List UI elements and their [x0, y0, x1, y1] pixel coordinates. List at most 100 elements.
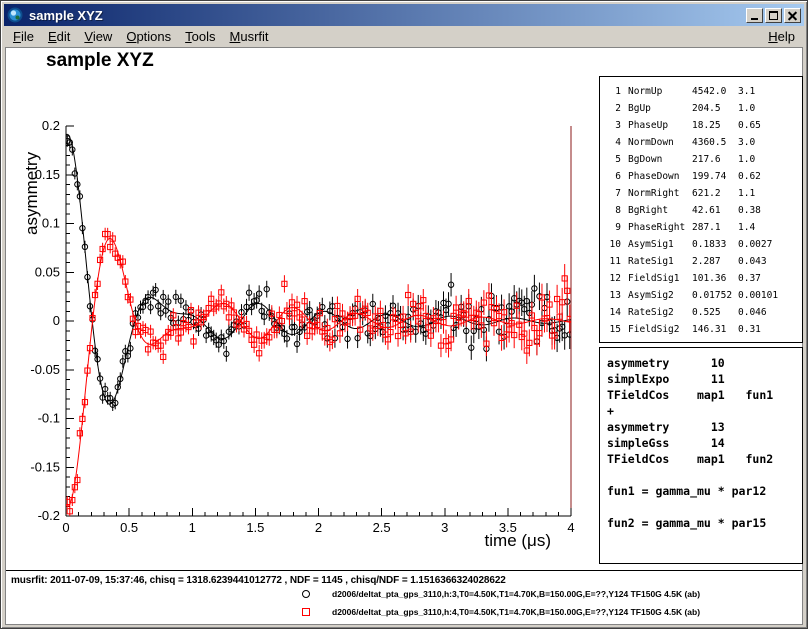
param-err: 0.62 — [738, 168, 800, 185]
menubar-right: Help — [761, 27, 802, 46]
svg-text:0.5: 0.5 — [120, 520, 138, 535]
param-row: 8BgRight42.610.38 — [606, 202, 800, 219]
theory-line: asymmetry 10 — [607, 355, 802, 371]
theory-line: TFieldCos map1 fun2 — [607, 451, 802, 467]
param-err: 0.043 — [738, 253, 800, 270]
param-err: 1.4 — [738, 219, 800, 236]
param-name: AsymSig1 — [628, 236, 692, 253]
theory-box: asymmetry 10simplExpo 11TFieldCos map1 f… — [599, 347, 803, 564]
param-val: 0.1833 — [692, 236, 738, 253]
param-name: NormUp — [628, 83, 692, 100]
app-window: sample XYZ FileEditViewOptionsToolsMusrf… — [0, 0, 808, 629]
param-err: 1.0 — [738, 151, 800, 168]
param-err: 0.046 — [738, 304, 800, 321]
param-row: 7NormRight621.21.1 — [606, 185, 800, 202]
param-err: 3.0 — [738, 134, 800, 151]
close-icon — [788, 11, 797, 20]
svg-text:0.1: 0.1 — [42, 216, 60, 231]
maximize-icon — [769, 11, 778, 20]
param-name: RateSig1 — [628, 253, 692, 270]
menu-options[interactable]: Options — [119, 27, 178, 46]
param-no: 5 — [606, 151, 621, 168]
menu-view[interactable]: View — [77, 27, 119, 46]
minimize-button[interactable] — [746, 8, 763, 23]
theory-line: simplExpo 11 — [607, 371, 802, 387]
param-no: 2 — [606, 100, 621, 117]
parameter-box: 1NormUp4542.03.12BgUp204.51.03PhaseUp18.… — [599, 76, 803, 343]
param-no: 4 — [606, 134, 621, 151]
legend-item: d2006/deltat_pta_gps_3110,h:4,T0=4.50K,T… — [6, 603, 802, 621]
svg-text:0: 0 — [62, 520, 69, 535]
window-title: sample XYZ — [27, 8, 742, 23]
svg-text:time (μs): time (μs) — [485, 531, 551, 550]
param-val: 2.287 — [692, 253, 738, 270]
param-no: 12 — [606, 270, 621, 287]
param-no: 14 — [606, 304, 621, 321]
svg-text:0.05: 0.05 — [35, 264, 60, 279]
param-err: 1.0 — [738, 100, 800, 117]
param-row: 2BgUp204.51.0 — [606, 100, 800, 117]
param-val: 199.74 — [692, 168, 738, 185]
param-row: 13AsymSig20.017520.00101 — [606, 287, 800, 304]
param-name: BgUp — [628, 100, 692, 117]
param-name: NormRight — [628, 185, 692, 202]
titlebar[interactable]: sample XYZ — [4, 4, 804, 26]
app-icon — [7, 7, 23, 23]
param-name: PhaseRight — [628, 219, 692, 236]
legend: d2006/deltat_pta_gps_3110,h:3,T0=4.50K,T… — [6, 585, 802, 621]
param-no: 10 — [606, 236, 621, 253]
theory-line: fun1 = gamma_mu * par12 — [607, 483, 802, 499]
param-row: 11 RateSig12.2870.043 — [606, 253, 800, 270]
canvas-area: sample XYZ -0.2-0.15-0.1-0.0500.050.10.1… — [5, 47, 803, 625]
menu-musrfit[interactable]: Musrfit — [223, 27, 276, 46]
maximize-button[interactable] — [765, 8, 782, 23]
param-row: 12 FieldSig1101.360.37 — [606, 270, 800, 287]
param-no: 11 — [606, 253, 621, 270]
param-val: 101.36 — [692, 270, 738, 287]
param-row: 5BgDown217.61.0 — [606, 151, 800, 168]
param-val: 4360.5 — [692, 134, 738, 151]
theory-line: simpleGss 14 — [607, 435, 802, 451]
square-marker-icon — [302, 608, 310, 616]
theory-line: fun2 = gamma_mu * par15 — [607, 515, 802, 531]
param-err: 0.0027 — [738, 236, 800, 253]
param-err: 0.00101 — [738, 287, 800, 304]
menu-tools[interactable]: Tools — [178, 27, 222, 46]
param-val: 18.25 — [692, 117, 738, 134]
svg-text:asymmetry: asymmetry — [22, 151, 41, 235]
param-name: FieldSig1 — [628, 270, 692, 287]
theory-line — [607, 499, 802, 515]
window-controls — [746, 8, 801, 23]
close-button[interactable] — [784, 8, 801, 23]
param-row: 10 AsymSig10.18330.0027 — [606, 236, 800, 253]
param-row: 3PhaseUp18.250.65 — [606, 117, 800, 134]
param-val: 287.1 — [692, 219, 738, 236]
legend-label: d2006/deltat_pta_gps_3110,h:4,T0=4.50K,T… — [332, 607, 700, 617]
menu-edit[interactable]: Edit — [41, 27, 77, 46]
svg-text:0: 0 — [53, 313, 60, 328]
param-name: AsymSig2 — [628, 287, 692, 304]
menu-help[interactable]: Help — [761, 27, 802, 46]
param-val: 0.01752 — [692, 287, 738, 304]
theory-line — [607, 467, 802, 483]
param-name: BgDown — [628, 151, 692, 168]
theory-line: asymmetry 13 — [607, 419, 802, 435]
menu-file[interactable]: File — [6, 27, 41, 46]
theory-line: + — [607, 403, 802, 419]
theory-line: TFieldCos map1 fun1 — [607, 387, 802, 403]
param-row: 9PhaseRight287.11.4 — [606, 219, 800, 236]
svg-text:-0.15: -0.15 — [30, 459, 60, 474]
param-err: 0.65 — [738, 117, 800, 134]
svg-text:1.5: 1.5 — [246, 520, 264, 535]
param-val: 42.61 — [692, 202, 738, 219]
param-val: 621.2 — [692, 185, 738, 202]
svg-text:2.5: 2.5 — [373, 520, 391, 535]
svg-text:-0.1: -0.1 — [38, 411, 60, 426]
param-val: 4542.0 — [692, 83, 738, 100]
param-name: FieldSig2 — [628, 321, 692, 338]
param-err: 0.37 — [738, 270, 800, 287]
svg-text:1: 1 — [189, 520, 196, 535]
param-name: RateSig2 — [628, 304, 692, 321]
param-name: BgRight — [628, 202, 692, 219]
svg-text:4: 4 — [567, 520, 574, 535]
